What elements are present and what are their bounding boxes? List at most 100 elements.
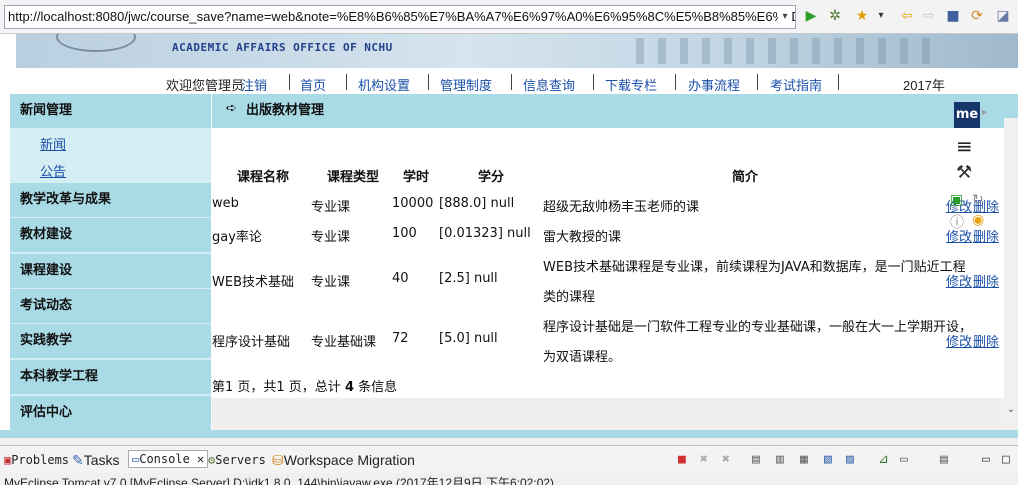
cell-intro: 雷大教授的课 [543,230,622,245]
cell-type: 专业课 [311,230,351,245]
cell-name: gay率论 [212,230,262,245]
page-scrollbar[interactable] [1004,118,1018,430]
sidebar-item-undergrad-project[interactable]: 本科教学工程 [10,360,211,394]
logout-link[interactable]: 注销 [241,75,267,94]
sidebar-item-evaluation[interactable]: 评估中心 [10,396,211,430]
url-input[interactable]: http://localhost:8080/jwc/course_save?na… [4,5,796,29]
nav-exam-guide[interactable]: 考试指南 [770,75,822,94]
sidebar-item-textbook[interactable]: 教材建设 [10,218,211,252]
date-text: 2017年 [903,78,945,93]
pin-console-icon[interactable]: ⊿ [878,452,889,467]
cell-hours: 40 [392,271,409,286]
url-dropdown-icon[interactable]: ▾ [778,6,792,28]
cell-hours: 72 [392,331,409,346]
sidebar-item-exam-news[interactable]: 考试动态 [10,289,211,323]
sidebar-item-practice[interactable]: 实践教学 [10,324,211,358]
tab-label: Workspace Migration [283,452,415,468]
browser-extra-icon[interactable]: ◪ [994,7,1012,25]
sidebar-item-news-management[interactable]: 新闻管理 [10,94,211,128]
cell-credit: [5.0] null [439,331,498,346]
magic-wand-icon[interactable]: ⚒ [956,162,972,183]
cell-type: 专业基础课 [311,335,377,350]
show-stderr-icon[interactable]: ▨ [846,452,854,467]
cell-name: web [212,196,239,211]
column-header-name: 课程名称 [237,170,290,185]
tab-console[interactable]: ▭Console ✕ [128,450,209,468]
migration-icon: ⛁ [272,452,284,468]
console-status-line: MyEclipse Tomcat v7.0 [MyEclipse Server]… [4,476,555,485]
bookmark-dropdown-icon[interactable]: ▾ [872,7,890,25]
maximize-icon[interactable]: □ [1002,452,1010,467]
run-icon[interactable]: ▶ [802,7,820,25]
cell-name: 程序设计基础 [212,335,291,350]
nav-divider [757,74,758,90]
nav-downloads[interactable]: 下载专栏 [605,75,657,94]
nav-organization[interactable]: 机构设置 [358,75,410,94]
sidebar-item-course[interactable]: 课程建设 [10,254,211,288]
eye-icon[interactable]: ◉ [972,212,984,228]
tab-label: Console [139,452,190,466]
nav-divider [289,74,290,90]
back-arrow-icon[interactable]: ⇦ [898,7,916,25]
nav-divider [428,74,429,90]
delete-link[interactable]: 删除 [973,331,999,350]
tab-problems[interactable]: ▣Problems [4,453,69,467]
cell-intro-line1: 程序设计基础是一门软件工程专业的专业基础课，一般在大一上学期开设， [543,320,973,335]
widget-expand-icon[interactable]: ▸ [982,107,987,118]
content-footer [212,398,1018,430]
bookmark-star-icon[interactable]: ★ [853,7,871,25]
nav-procedures[interactable]: 办事流程 [688,75,740,94]
tasks-icon: ✎ [72,452,84,468]
scroll-down-arrow-icon[interactable]: ⌄ [1004,404,1018,418]
sidebar-subitem-news[interactable]: 新闻 [40,134,66,153]
display-console-icon[interactable]: ▭ [900,452,908,467]
nav-regulations[interactable]: 管理制度 [440,75,492,94]
forward-arrow-icon[interactable]: ⇨ [920,7,938,25]
sidebar-item-teaching-reform[interactable]: 教学改革与成果 [10,183,211,217]
close-icon[interactable]: ✕ [197,452,204,466]
hamburger-menu-icon[interactable]: ≡ [956,136,973,156]
cast-icon[interactable]: ▣ [950,192,963,208]
arrow-right-icon: ➪ [226,101,237,116]
nav-home[interactable]: 首页 [300,75,326,94]
tab-servers[interactable]: ⚙Servers [208,453,266,467]
column-header-credit: 学分 [478,170,505,185]
cell-intro-line1: WEB技术基础课程是专业课，前续课程为JAVA和数据库，是一门贴近工程 [543,260,966,275]
edit-link[interactable]: 修改 [946,271,972,290]
reload-icon[interactable]: ↻ [972,192,984,208]
cell-hours: 10000 [392,196,434,211]
info-icon[interactable]: ⓘ [950,212,964,232]
show-stdout-icon[interactable]: ▧ [824,452,832,467]
banner-title: ACADEMIC AFFAIRS OFFICE OF NCHU [172,41,393,54]
open-console-icon[interactable]: ▤ [940,452,948,467]
column-header-type: 课程类型 [327,170,380,185]
terminate-icon[interactable]: ■ [678,452,686,467]
refresh-icon[interactable]: ⟳ [968,7,986,25]
tab-label: Problems [11,453,70,467]
edit-link[interactable]: 修改 [946,331,972,350]
tab-label: Tasks [83,452,120,468]
sidebar-subitem-announcement[interactable]: 公告 [40,161,66,180]
cell-credit: [0.01323] null [439,226,531,241]
me-logo-icon[interactable]: me [954,102,980,128]
tab-workspace-migration[interactable]: ⛁Workspace Migration [272,452,415,469]
scroll-lock-icon[interactable]: ▥ [776,452,784,467]
word-wrap-icon[interactable]: ▦ [800,452,808,467]
stop-icon[interactable]: ■ [944,7,962,25]
cell-intro: 超级无敌帅杨丰玉老师的课 [543,200,700,215]
remove-all-icon[interactable]: ✖ [722,452,730,467]
minimize-icon[interactable]: ▭ [982,452,990,467]
clear-console-icon[interactable]: ▤ [752,452,760,467]
cell-type: 专业课 [311,200,351,215]
debug-icon[interactable]: ✲ [826,7,844,25]
page-title: 出版教材管理 [246,103,325,118]
delete-link[interactable]: 删除 [973,271,999,290]
tab-tasks[interactable]: ✎Tasks [72,452,120,469]
cell-intro-line2: 类的课程 [543,290,596,305]
banner-decoration [636,38,936,64]
nav-info-query[interactable]: 信息查询 [523,75,575,94]
content-header: ➪ 出版教材管理 [212,94,1018,128]
remove-launch-icon[interactable]: ✖ [700,452,708,467]
pagination-info: 第1 页，共1 页，总计 4 条信息 [212,376,397,395]
pager-count: 4 [344,380,354,395]
